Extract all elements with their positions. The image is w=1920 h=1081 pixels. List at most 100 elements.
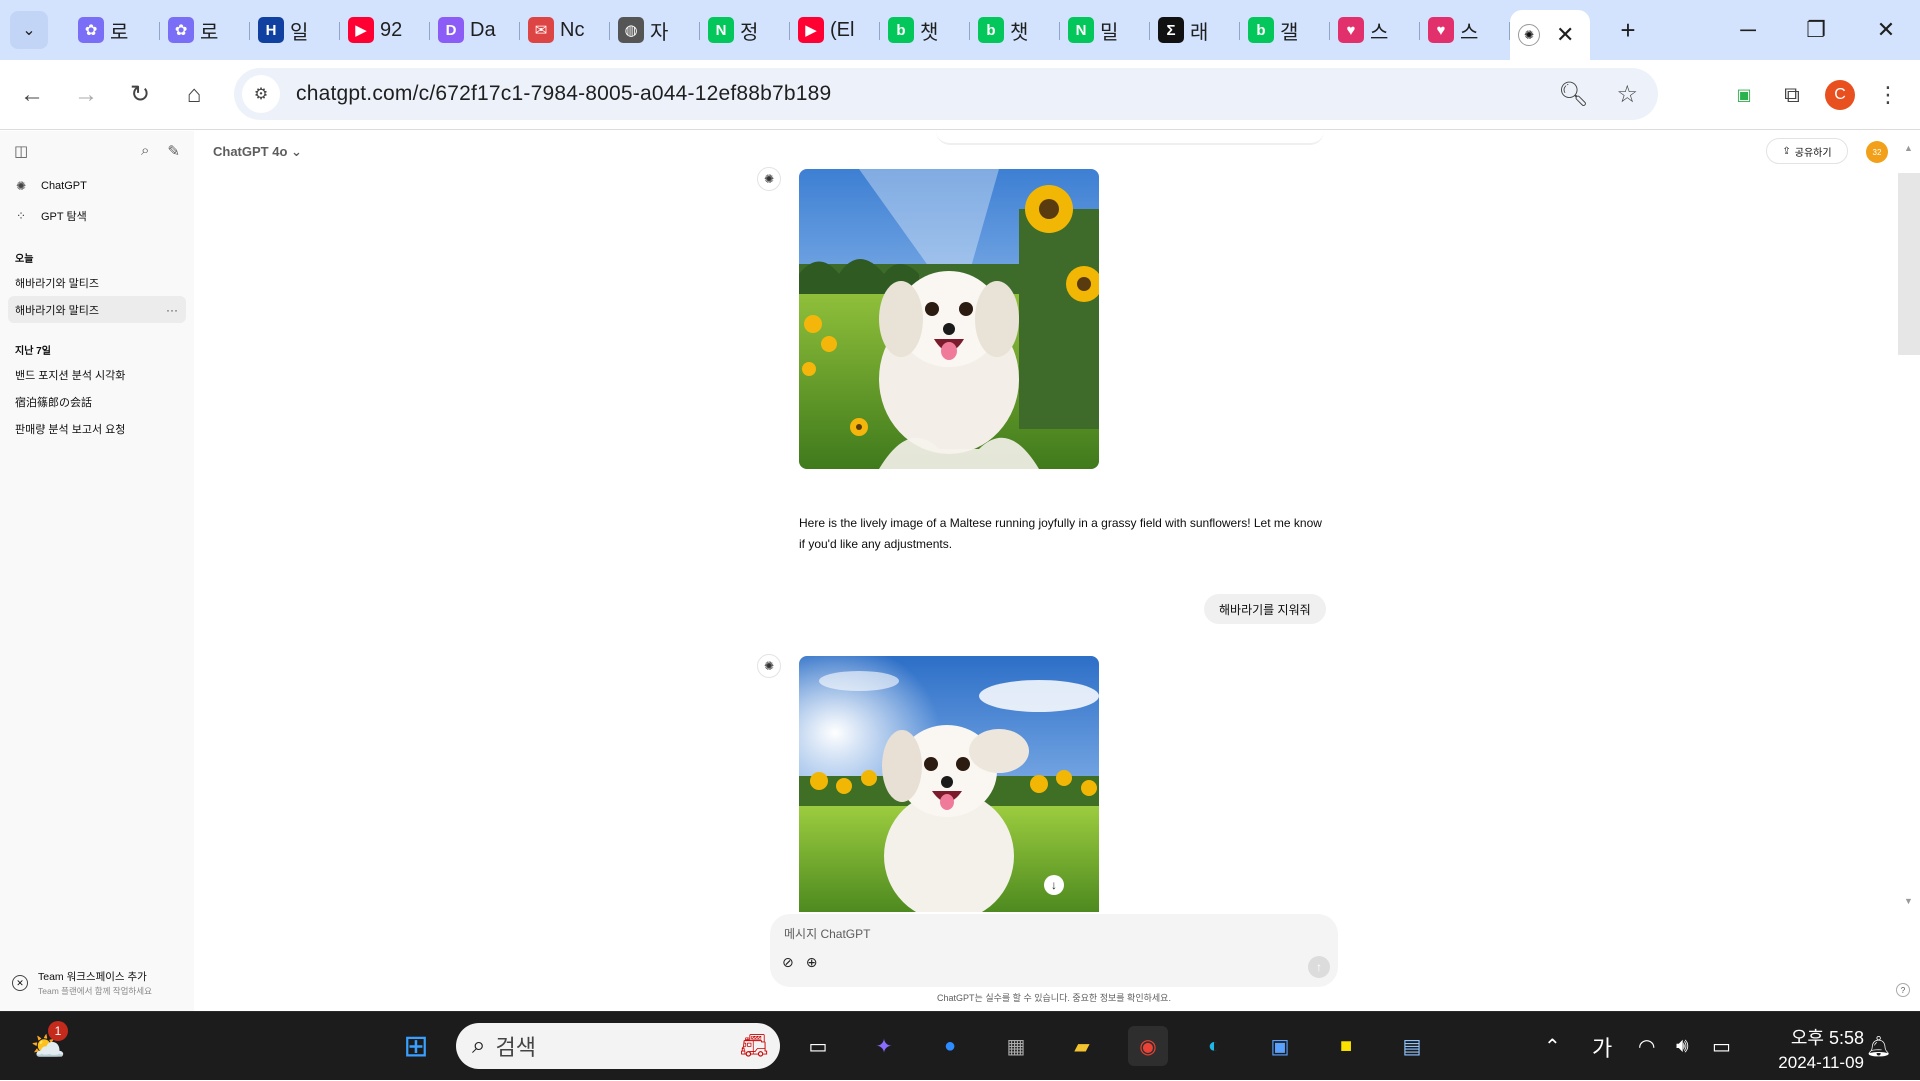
chat-history-label: 해바라기와 말티즈 (15, 277, 100, 290)
tab-4[interactable]: D Da (430, 8, 520, 52)
tab-7[interactable]: N정 (700, 8, 790, 52)
message-input[interactable]: 메시지 ChatGPT (784, 925, 870, 942)
restore-button[interactable]: ❐ (1788, 0, 1844, 60)
download-button[interactable]: ↓ (1044, 875, 1064, 895)
back-button[interactable]: ← (10, 73, 54, 117)
copilot-icon[interactable]: ✦ (864, 1026, 904, 1066)
monitor-app-icon[interactable]: ▤ (1392, 1026, 1432, 1066)
chrome-icon[interactable]: ◉ (1128, 1026, 1168, 1066)
generated-image-sunflower[interactable] (799, 169, 1099, 469)
tab-label: 래 (1190, 21, 1209, 44)
chat-history-item[interactable]: 밴드 포지션 분석 시각화 (0, 361, 185, 388)
kakaotalk-icon[interactable]: ■ (1326, 1026, 1366, 1066)
taskbar-clock[interactable]: 오후 5:58 2024-11-09 (1754, 1024, 1864, 1073)
heart-code-icon: ♥ (1428, 17, 1454, 43)
tab-11[interactable]: N밀 (1060, 8, 1150, 52)
tab-8[interactable]: ▶ (El (790, 8, 880, 52)
tab-2[interactable]: H일 (250, 8, 340, 52)
sidebar-toggle-icon[interactable]: ◫ (14, 142, 28, 160)
new-tab-button[interactable]: + (1608, 10, 1648, 50)
tab-9[interactable]: b챗 (880, 8, 970, 52)
sidebar-item-0[interactable]: ✺ ChatGPT (0, 171, 194, 201)
chat-history-label: 宿泊篠郎の会話 (15, 396, 92, 409)
minimize-button[interactable]: ─ (1720, 0, 1776, 60)
chat-history-item[interactable]: 해바라기와 말티즈 (0, 269, 185, 296)
tab-10[interactable]: b챗 (970, 8, 1060, 52)
chat-history-item[interactable]: 宿泊篠郎の会話 (0, 388, 185, 415)
sidebar-item-1[interactable]: ⁘ GPT 탐색 (0, 201, 194, 231)
notification-bell-icon[interactable]: 🔔︎ (1866, 1012, 1891, 1081)
attach-icon[interactable]: ⊘ (782, 954, 794, 971)
chat-history-item[interactable]: 해바라기와 말티즈 ··· (8, 296, 186, 323)
tab-1[interactable]: ✿ 로 (160, 8, 250, 52)
share-button[interactable]: ⇪ 공유하기 (1766, 138, 1848, 164)
tab-0[interactable]: ✿ 로 (70, 8, 160, 52)
tab-13[interactable]: b갤 (1240, 8, 1330, 52)
task-view-icon[interactable]: ▭ (798, 1026, 838, 1066)
team-subtitle: Team 플랜에서 함께 작업하세요 (38, 986, 152, 996)
disclaimer-text: ChatGPT는 실수를 할 수 있습니다. 중요한 정보를 확인하세요. (937, 993, 1171, 1003)
profile-button[interactable]: C (1816, 80, 1864, 110)
message-composer[interactable]: 메시지 ChatGPT ⊘ ⊕ ↑ (770, 914, 1338, 987)
extensions-puzzle-icon[interactable]: ⧉ (1768, 82, 1816, 108)
more-options-icon[interactable]: ··· (166, 303, 178, 317)
scroll-down-arrow[interactable]: ▼ (1904, 896, 1913, 906)
help-button[interactable]: ? (1896, 983, 1910, 997)
home-icon: ⌂ (186, 80, 202, 108)
scroll-up-arrow[interactable]: ▲ (1904, 143, 1913, 153)
battery-icon[interactable]: ▭ (1712, 1012, 1731, 1081)
tab-close-icon[interactable]: ✕ (1556, 22, 1574, 48)
team-workspace-button[interactable]: ✕ Team 워크스페이스 추가 Team 플랜에서 함께 작업하세요 (12, 969, 152, 997)
windows-start-icon[interactable]: ⊞ (396, 1026, 436, 1066)
browser-toolbar: ← → ↻ ⌂ ⚙ chatgpt.com/c/672f17c1-7984-80… (0, 60, 1920, 130)
add-team-icon: ✕ (12, 975, 28, 991)
tab-14[interactable]: ♥ 스 (1330, 8, 1420, 52)
tab-6[interactable]: ◍ 자 (610, 8, 700, 52)
generated-image-no-sunflower[interactable] (799, 656, 1099, 912)
tab-12[interactable]: Σ래 (1150, 8, 1240, 52)
tab-chatgpt-active[interactable]: ✺ ✕ (1510, 10, 1590, 60)
tab-label: 스 (1460, 21, 1479, 44)
naver-extension-icon[interactable]: ▣ (1720, 85, 1768, 105)
calculator-icon[interactable]: ▦ (996, 1026, 1036, 1066)
tab-search-button[interactable]: ⌄ (10, 11, 48, 49)
send-button[interactable]: ↑ (1308, 956, 1330, 978)
globe-icon[interactable]: ⊕ (806, 954, 818, 971)
ime-indicator[interactable]: 가 (1592, 1012, 1612, 1081)
openai-icon: ✺ (1518, 24, 1540, 46)
address-bar[interactable]: ⚙ chatgpt.com/c/672f17c1-7984-8005-a044-… (234, 68, 1658, 120)
taskbar-search[interactable]: ⌕ 검색 🚒︎ (456, 1023, 780, 1069)
tray-overflow-icon[interactable]: ⌃ (1544, 1012, 1561, 1081)
new-chat-icon[interactable]: ✎ (167, 142, 180, 160)
user-avatar[interactable]: 32 (1866, 141, 1888, 163)
close-window-button[interactable]: ✕ (1858, 0, 1914, 60)
site-info-button[interactable]: ⚙ (242, 75, 280, 113)
model-selector[interactable]: ChatGPT 4o ⌄ (213, 144, 302, 160)
tab-15[interactable]: ♥ 스 (1420, 8, 1510, 52)
tab-5[interactable]: ✉ Nc (520, 8, 610, 52)
chatgpt-sidebar: ◫ ⌕ ✎ ✺ ChatGPT ⁘ GPT 탐색 오늘 해바라기와 말티즈 해바라기와 말… (0, 131, 194, 1011)
forward-button[interactable]: → (64, 73, 108, 117)
arrow-right-icon: → (74, 80, 98, 108)
plus-icon: + (1620, 14, 1636, 45)
youtube-icon: ▶ (798, 17, 824, 43)
edge-icon[interactable]: ◐ (1194, 1026, 1234, 1066)
photos-icon[interactable]: ▣ (1260, 1026, 1300, 1066)
scrollbar-thumb[interactable] (1898, 173, 1920, 355)
menu-kebab-icon[interactable]: ⋮ (1864, 82, 1912, 108)
reload-button[interactable]: ↻ (118, 73, 162, 117)
flower-icon: ✿ (78, 17, 104, 43)
maltese-sunflower-illustration (799, 169, 1099, 469)
search-icon[interactable]: ⌕ (141, 142, 149, 160)
tab-3[interactable]: ▶ 92 (340, 8, 430, 52)
url-text[interactable]: chatgpt.com/c/672f17c1-7984-8005-a044-12… (296, 82, 831, 106)
zoom-icon[interactable]: 🔍︎ (1558, 80, 1588, 109)
zoom-app-icon[interactable]: ● (930, 1026, 970, 1066)
clock-time: 오후 5:58 (1790, 1028, 1864, 1048)
file-explorer-icon[interactable]: ▰ (1062, 1026, 1102, 1066)
bookmark-star-icon[interactable]: ☆ (1616, 80, 1638, 109)
volume-icon[interactable]: 🔊︎ (1676, 1012, 1689, 1081)
wifi-icon[interactable]: ◠ (1638, 1012, 1655, 1081)
chat-history-item[interactable]: 판매량 분석 보고서 요청 (0, 415, 185, 442)
home-button[interactable]: ⌂ (172, 73, 216, 117)
